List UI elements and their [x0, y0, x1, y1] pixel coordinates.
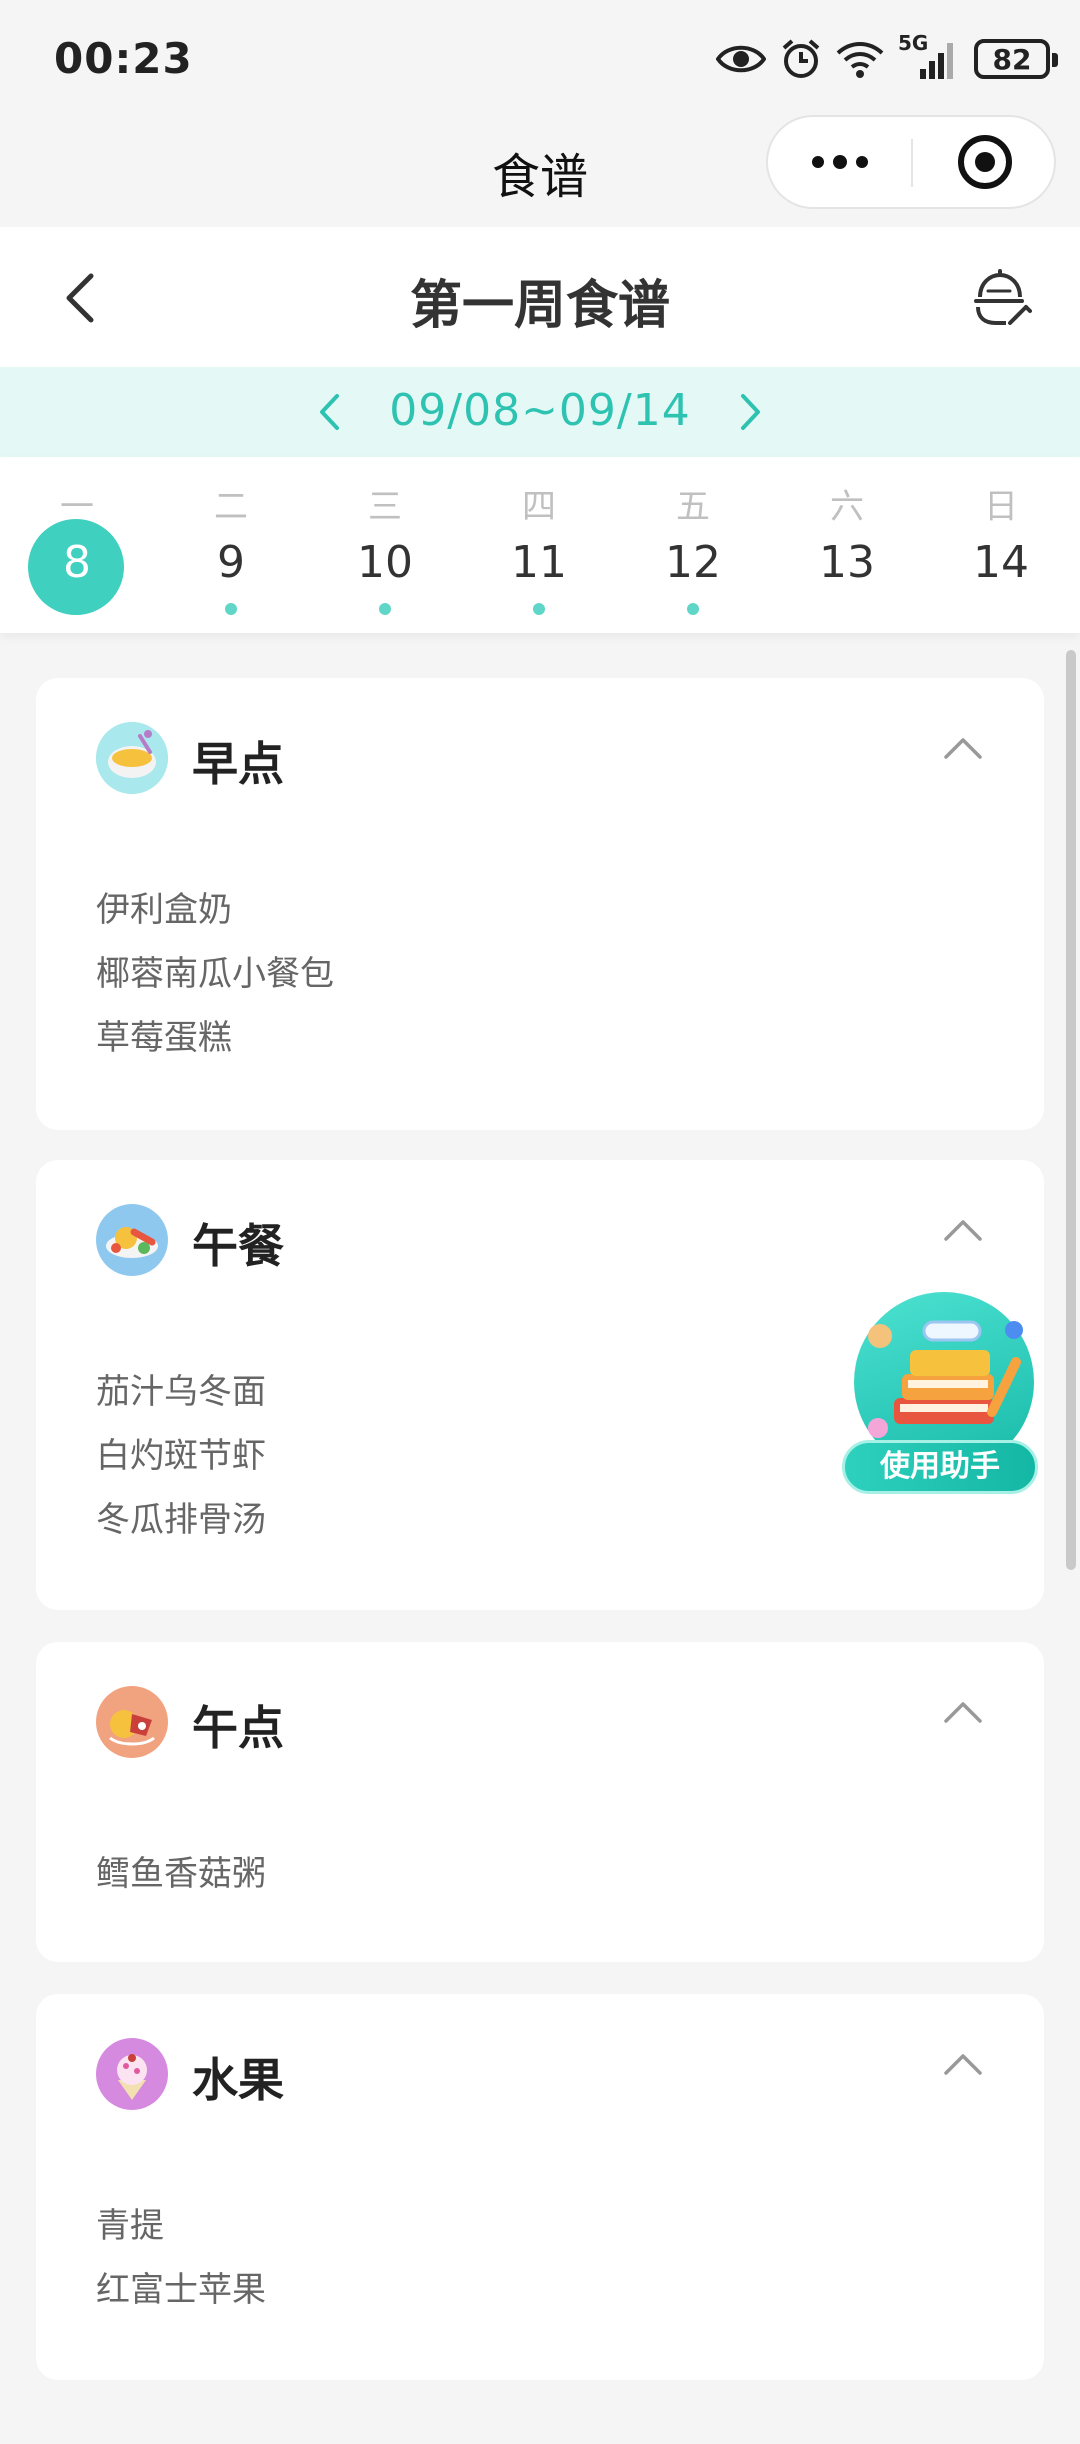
lunch-plate-icon: [96, 1204, 168, 1276]
day-weekday: 日: [984, 487, 1018, 527]
status-icons: 5G 82: [716, 31, 1058, 84]
next-week-button[interactable]: [724, 385, 778, 439]
meal-title: 午点: [192, 1701, 284, 1755]
assistant-label: 使用助手: [842, 1440, 1038, 1494]
collapse-toggle[interactable]: [938, 1210, 988, 1250]
chevron-up-icon: [944, 1220, 982, 1241]
meal-items: 伊利盒奶 椰蓉南瓜小餐包 草莓蛋糕: [96, 878, 334, 1070]
meal-card-breakfast-snack: 早点 伊利盒奶 椰蓉南瓜小餐包 草莓蛋糕: [36, 678, 1044, 1130]
meal-items: 青提 红富士苹果: [96, 2194, 266, 2322]
target-icon: [957, 135, 1012, 189]
wifi-icon: [836, 42, 884, 78]
more-dot-icon: [811, 156, 824, 168]
menu-indicator-dot: [533, 603, 545, 615]
menu-indicator-dot: [687, 603, 699, 615]
meal-item: 草莓蛋糕: [96, 1018, 232, 1058]
battery-indicator: 82: [974, 39, 1058, 79]
day-monday[interactable]: 一 8: [0, 457, 154, 633]
menu-indicator-dot: [379, 603, 391, 615]
chevron-up-icon: [944, 2054, 982, 2075]
chevron-right-icon: [741, 394, 760, 430]
battery-level: 82: [992, 42, 1032, 76]
meal-card-afternoon-snack: 午点 鳕鱼香菇粥: [36, 1642, 1044, 1962]
meal-item: 冬瓜排骨汤: [96, 1500, 266, 1540]
day-date: 9: [217, 537, 245, 588]
meal-card-fruit: 水果 青提 红富士苹果: [36, 1994, 1044, 2380]
meal-items: 茄汁乌冬面 白灼斑节虾 冬瓜排骨汤: [96, 1360, 266, 1552]
day-date: 10: [357, 537, 413, 588]
day-date: 8: [63, 537, 91, 588]
day-tuesday[interactable]: 二 9: [154, 457, 308, 633]
meal-item: 椰蓉南瓜小餐包: [96, 954, 334, 994]
day-saturday[interactable]: 六 13: [770, 457, 924, 633]
day-weekday: 四: [522, 487, 556, 527]
meal-items: 鳕鱼香菇粥: [96, 1842, 266, 1906]
meal-title: 早点: [192, 737, 284, 791]
day-weekday: 六: [830, 487, 864, 527]
assistant-floating-button[interactable]: 使用助手: [842, 1290, 1042, 1500]
close-mini-program-button[interactable]: [913, 117, 1056, 207]
meal-item: 鳕鱼香菇粥: [96, 1854, 266, 1894]
menu-indicator-dot: [225, 603, 237, 615]
day-date: 14: [973, 537, 1029, 588]
collapse-toggle[interactable]: [938, 2044, 988, 2084]
status-bar: 00:23 5G 82: [0, 0, 1080, 115]
cell-signal-icon: 5G: [898, 31, 960, 81]
alarm-icon: [782, 39, 820, 78]
dish-edit-icon: [974, 269, 1032, 325]
meal-item: 茄汁乌冬面: [96, 1372, 266, 1412]
week-range-bar: 09/08~09/14: [0, 367, 1080, 457]
day-date: 12: [665, 537, 721, 588]
week-range-label: 09/08~09/14: [389, 385, 691, 436]
more-button[interactable]: [768, 117, 911, 207]
day-weekday: 二: [214, 487, 248, 527]
mini-program-bar: 食谱: [0, 115, 1080, 227]
page-header: 第一周食谱: [0, 227, 1080, 367]
eye-icon: [716, 45, 766, 73]
day-weekday: 五: [676, 487, 710, 527]
more-dot-icon: [855, 156, 868, 168]
meal-title: 午餐: [192, 1219, 284, 1273]
collapse-toggle[interactable]: [938, 728, 988, 768]
day-selector: 一 8 二 9 三 10 四 11 五 12 六 13 日 14: [0, 457, 1080, 633]
meal-title: 水果: [192, 2053, 284, 2107]
edit-menu-button[interactable]: [966, 263, 1036, 333]
day-friday[interactable]: 五 12: [616, 457, 770, 633]
chevron-up-icon: [944, 738, 982, 759]
more-dot-icon: [832, 155, 847, 169]
scrollbar[interactable]: [1066, 650, 1076, 1570]
capsule-menu: [766, 115, 1056, 209]
collapse-toggle[interactable]: [938, 1692, 988, 1732]
page-title: 第一周食谱: [409, 276, 670, 336]
day-date: 13: [819, 537, 875, 588]
day-wednesday[interactable]: 三 10: [308, 457, 462, 633]
day-thursday[interactable]: 四 11: [462, 457, 616, 633]
meal-item: 伊利盒奶: [96, 890, 232, 930]
day-sunday[interactable]: 日 14: [924, 457, 1078, 633]
fruit-cake-icon: [96, 2038, 168, 2110]
chevron-up-icon: [944, 1702, 982, 1723]
meal-item: 青提: [96, 2206, 164, 2246]
meal-item: 红富士苹果: [96, 2270, 266, 2310]
status-time: 00:23: [54, 34, 193, 83]
day-date: 11: [511, 537, 567, 588]
meal-item: 白灼斑节虾: [96, 1436, 266, 1476]
snack-icon: [96, 1686, 168, 1758]
day-weekday: 三: [368, 487, 402, 527]
soup-bowl-icon: [96, 722, 168, 794]
